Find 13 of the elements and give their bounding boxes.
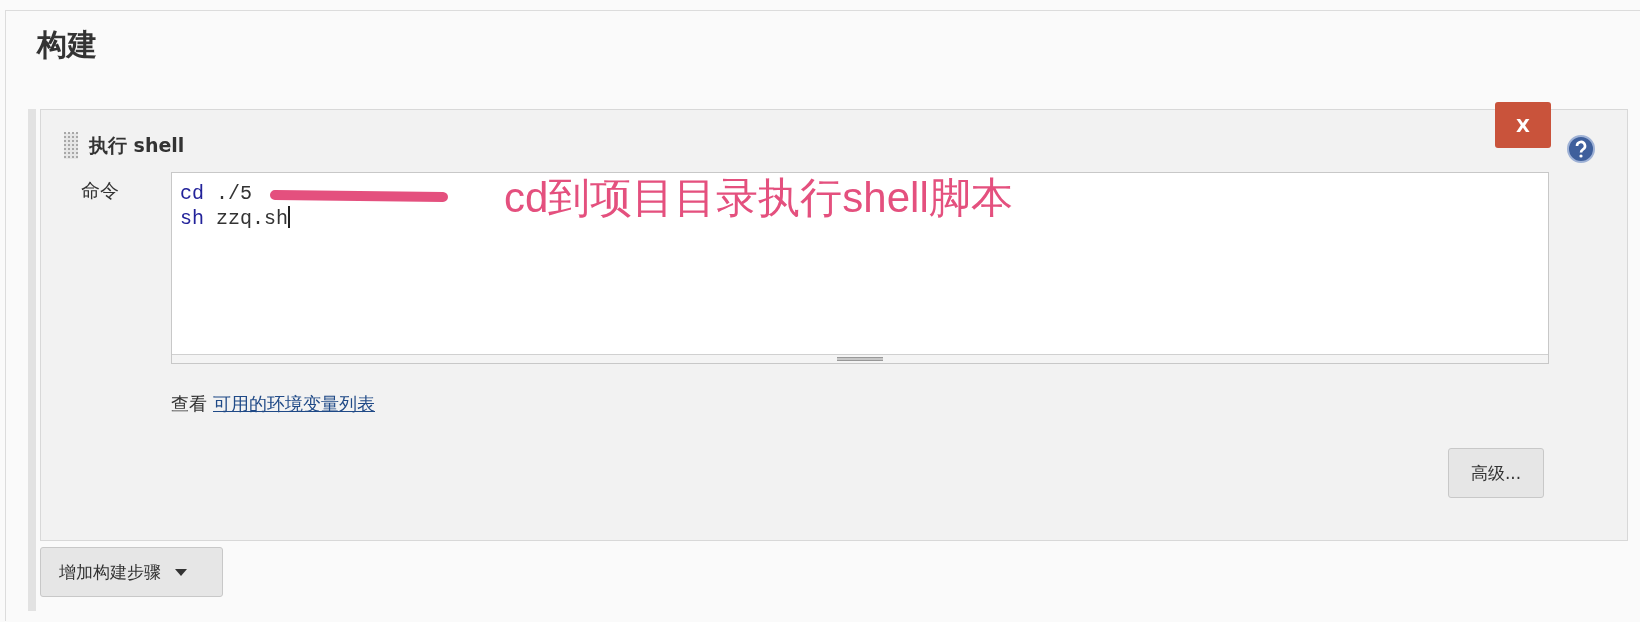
delete-button[interactable]: X <box>1495 102 1551 148</box>
advanced-button[interactable]: 高级... <box>1448 448 1544 498</box>
env-vars-link[interactable]: 可用的环境变量列表 <box>213 392 375 416</box>
caret-icon <box>175 568 187 576</box>
step-title: 执行 shell <box>89 133 185 158</box>
resize-grip-icon[interactable] <box>837 357 883 361</box>
drag-handle-icon[interactable] <box>63 132 79 160</box>
section-title: 构建 <box>37 26 97 64</box>
annotation-text: cd到项目目录执行shell脚本 <box>504 173 1013 223</box>
add-step-button[interactable]: 增加构建步骤 <box>40 547 223 597</box>
hint-text: 查看 <box>171 392 207 416</box>
field-label: 命令 <box>80 178 120 203</box>
help-icon[interactable] <box>1567 135 1595 163</box>
